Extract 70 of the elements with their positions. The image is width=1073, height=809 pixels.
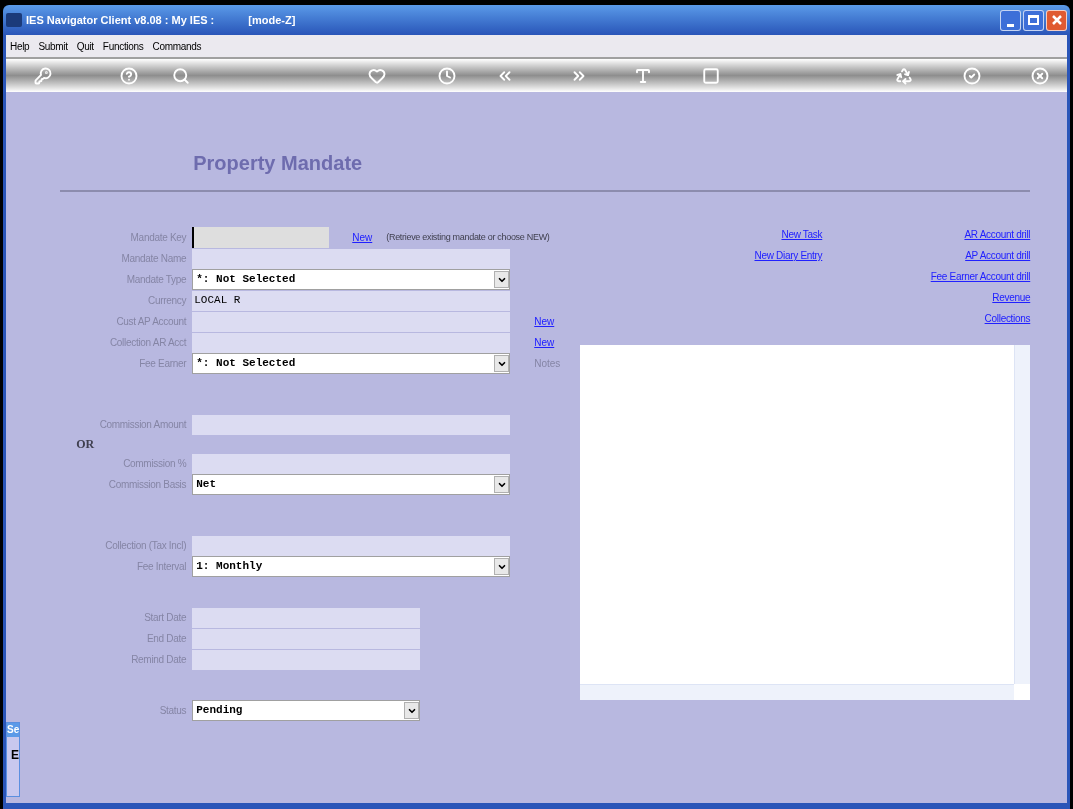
new-link[interactable]: New — [534, 314, 555, 329]
menu-item[interactable]: Submit — [38, 38, 68, 54]
text-field[interactable] — [192, 248, 511, 269]
text-field[interactable] — [192, 453, 511, 474]
account-link[interactable]: AP Account drill — [965, 248, 1031, 263]
field-label: Start Date — [143, 611, 188, 625]
maximize-button[interactable] — [1023, 9, 1044, 31]
close-icon — [1050, 14, 1063, 26]
field-label: Status — [158, 704, 188, 718]
close-circle-icon[interactable] — [1031, 66, 1049, 85]
new-link[interactable]: New — [534, 335, 555, 350]
field-label: Fee Interval — [136, 560, 188, 574]
menu-item[interactable]: Quit — [76, 38, 94, 54]
close-button[interactable] — [1046, 9, 1067, 31]
clock-icon[interactable] — [438, 66, 456, 85]
minimize-button[interactable] — [1000, 9, 1021, 31]
key-icon[interactable] — [34, 66, 52, 85]
panel-glyph: E — [11, 749, 20, 761]
menu-item[interactable]: Commands — [152, 38, 202, 54]
page-title: Property Mandate — [193, 151, 364, 176]
account-link[interactable]: Fee Earner Account drill — [930, 269, 1031, 284]
help-icon[interactable] — [120, 66, 138, 85]
menu-item[interactable]: Help — [10, 38, 30, 54]
task-link[interactable]: New Diary Entry — [754, 248, 823, 263]
text-field[interactable] — [192, 311, 511, 332]
dropdown-field[interactable]: 1: Monthly — [192, 556, 511, 577]
text-field[interactable] — [192, 332, 511, 353]
dropdown-field[interactable]: Pending — [192, 700, 421, 721]
account-link[interactable]: AR Account drill — [964, 227, 1031, 242]
field-label: Cust AP Account — [115, 315, 188, 329]
or-label: OR — [76, 436, 95, 453]
new-link[interactable]: New — [352, 230, 373, 245]
notes-field[interactable] — [580, 345, 1031, 700]
check-icon[interactable] — [963, 66, 981, 85]
dropdown-field[interactable]: *: Not Selected — [192, 353, 511, 374]
text-field[interactable] — [192, 535, 511, 556]
field-label: Remind Date — [130, 653, 188, 667]
field-label: End Date — [145, 632, 188, 646]
heart-icon[interactable] — [368, 66, 386, 85]
dropdown-field[interactable]: Net — [192, 474, 511, 495]
horizontal-scrollbar[interactable] — [580, 684, 1015, 700]
stop-icon[interactable] — [702, 66, 720, 85]
mandate-key-field[interactable] — [192, 227, 330, 248]
app-icon — [6, 13, 22, 27]
dropdown-field[interactable]: *: Not Selected — [192, 269, 511, 290]
account-link[interactable]: Revenue — [992, 290, 1031, 305]
menu-item[interactable]: Functions — [102, 38, 144, 54]
date-field[interactable] — [192, 607, 421, 628]
account-link[interactable]: Collections — [984, 311, 1031, 326]
date-field[interactable] — [192, 649, 421, 670]
mode-label: [mode-Z] — [248, 12, 296, 28]
currency-value: LOCAL R — [192, 290, 511, 311]
field-label: Collection AR Acct — [108, 336, 188, 350]
recycle-icon[interactable] — [895, 66, 913, 85]
panel-tab[interactable]: Se — [7, 723, 20, 737]
field-label: Mandate Type — [125, 273, 188, 287]
hint-text: (Retrieve existing mandate or choose NEW) — [386, 230, 550, 244]
search-icon[interactable] — [172, 66, 190, 85]
field-label: Fee Earner — [138, 357, 188, 371]
field-label: Mandate Name — [120, 252, 188, 266]
window-title: IES Navigator Client v8.08 : My IES : — [26, 12, 215, 28]
date-field[interactable] — [192, 628, 421, 649]
field-label: Commission Amount — [98, 418, 188, 432]
vertical-scrollbar[interactable] — [1014, 345, 1031, 684]
text-icon[interactable] — [634, 66, 652, 85]
field-label: Mandate Key — [129, 231, 188, 245]
field-label: Currency — [147, 294, 188, 308]
text-field[interactable] — [192, 414, 511, 435]
task-link[interactable]: New Task — [781, 227, 823, 242]
field-label: Commission % — [122, 457, 188, 471]
